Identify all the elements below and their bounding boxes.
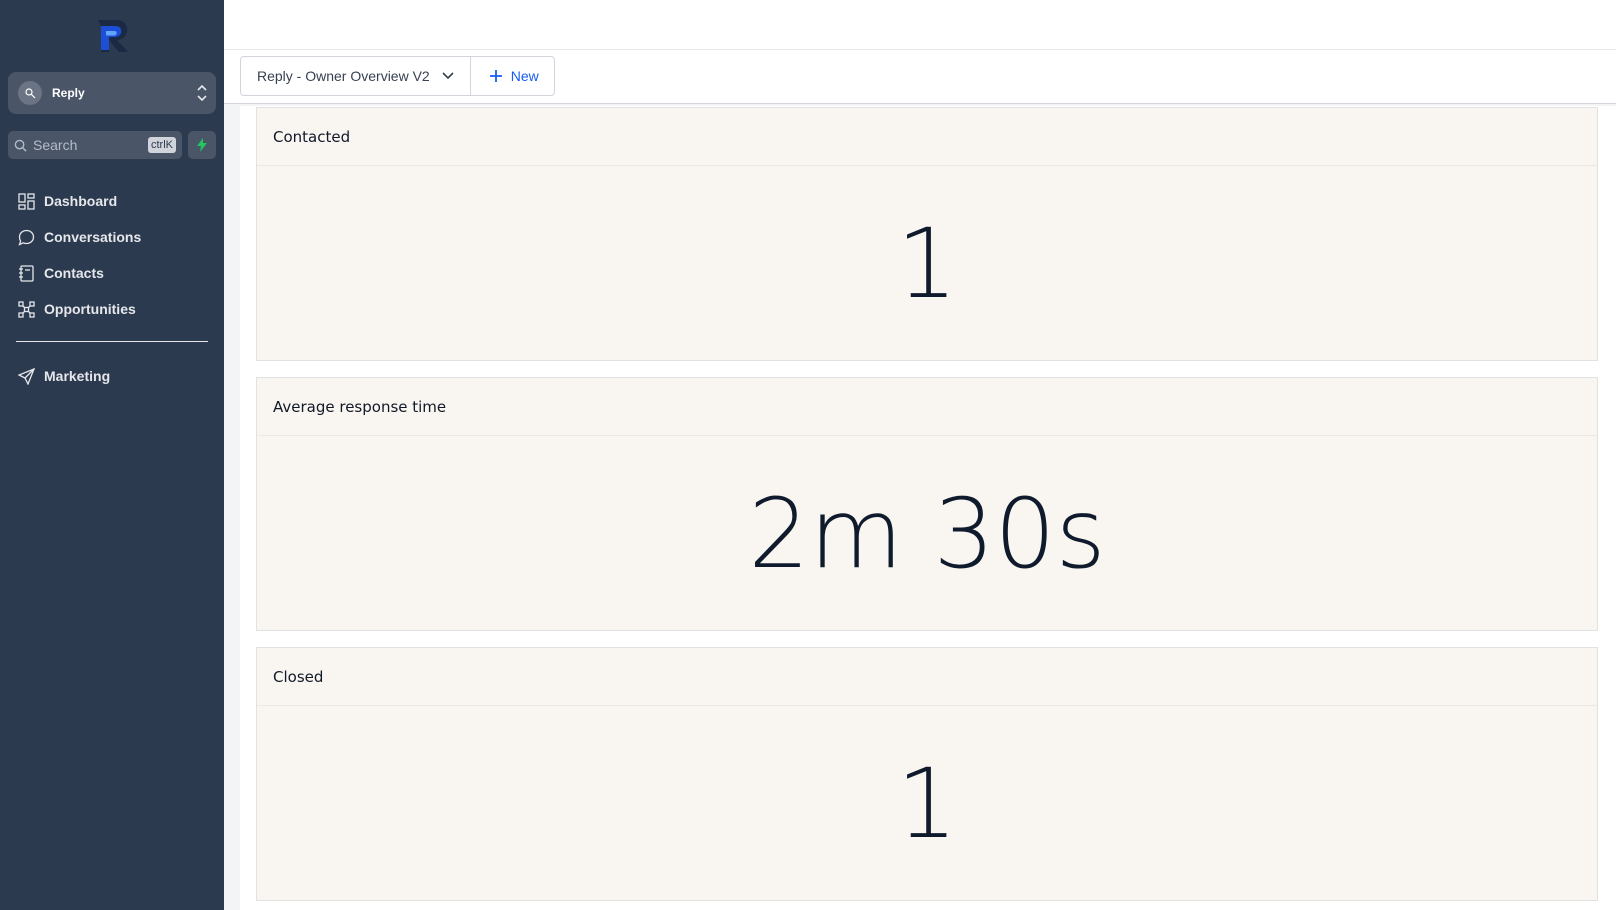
widget-value: 1 — [896, 208, 958, 320]
account-switcher[interactable]: Reply — [8, 72, 216, 114]
search-icon — [14, 139, 27, 152]
lightning-bolt-icon — [197, 138, 207, 152]
sidebar-nav: Dashboard Conversations Contacts Opportu… — [0, 183, 224, 327]
sidebar-item-contacts[interactable]: Contacts — [0, 255, 224, 291]
sidebar-item-dashboard[interactable]: Dashboard — [0, 183, 224, 219]
sidebar-item-label: Contacts — [44, 265, 104, 281]
widget-title: Average response time — [257, 378, 1597, 436]
dashboard-button-group: Reply - Owner Overview V2 New — [240, 56, 555, 96]
chevron-up-down-icon — [197, 84, 207, 102]
sidebar-item-marketing[interactable]: Marketing — [0, 358, 224, 394]
widget-value: 2m 30s — [748, 478, 1106, 590]
account-name: Reply — [52, 86, 85, 100]
sidebar-item-conversations[interactable]: Conversations — [0, 219, 224, 255]
chevron-down-icon — [442, 72, 454, 80]
contacts-book-icon — [17, 264, 35, 282]
account-avatar — [18, 81, 42, 105]
sidebar-divider — [16, 341, 208, 342]
search-placeholder: Search — [33, 137, 78, 153]
grid-icon — [17, 192, 35, 210]
chat-icon — [17, 228, 35, 246]
app-window: Reply Search ctrlK Dashboard Conversatio… — [0, 0, 1616, 910]
quick-actions-button[interactable] — [188, 131, 216, 159]
send-icon — [17, 367, 35, 385]
dashboard-select[interactable]: Reply - Owner Overview V2 — [241, 57, 471, 95]
new-dashboard-button[interactable]: New — [471, 57, 554, 95]
widget-title: Contacted — [257, 108, 1597, 166]
dashboard-content: Contacted 1 Average response time 2m 30s… — [240, 106, 1616, 910]
widget-value: 1 — [896, 748, 958, 860]
search-shortcut-badge: ctrlK — [148, 137, 176, 153]
sidebar-item-label: Conversations — [44, 229, 142, 245]
widget-title: Closed — [257, 648, 1597, 706]
new-button-label: New — [510, 68, 539, 84]
dashboard-select-label: Reply - Owner Overview V2 — [257, 68, 430, 84]
sidebar-item-label: Marketing — [44, 368, 111, 384]
search-input[interactable]: Search ctrlK — [8, 131, 182, 159]
brand-logo[interactable] — [92, 14, 134, 56]
widget-card-closed: Closed 1 — [256, 647, 1598, 901]
plus-icon — [489, 70, 502, 82]
top-header — [224, 0, 1616, 50]
sidebar-item-label: Opportunities — [44, 301, 136, 317]
sidebar-item-label: Dashboard — [44, 193, 118, 209]
network-icon — [17, 300, 35, 318]
widget-card-average-response-time: Average response time 2m 30s — [256, 377, 1598, 631]
sidebar-item-opportunities[interactable]: Opportunities — [0, 291, 224, 327]
sidebar-nav-secondary: Marketing — [0, 358, 224, 394]
widget-card-contacted: Contacted 1 — [256, 107, 1598, 361]
main-area: Reply - Owner Overview V2 New Contacted … — [224, 0, 1616, 910]
dashboard-toolbar: Reply - Owner Overview V2 New — [224, 50, 1616, 104]
sidebar: Reply Search ctrlK Dashboard Conversatio… — [0, 0, 224, 910]
